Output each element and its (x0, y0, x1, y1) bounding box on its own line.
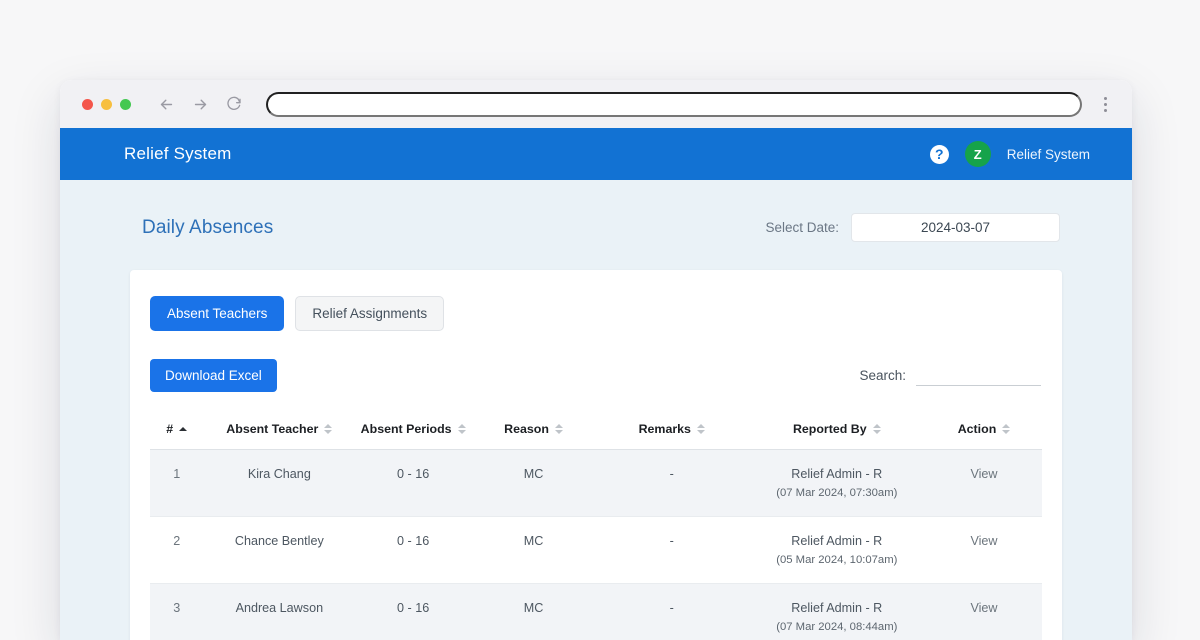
app-brand-title: Relief System (124, 144, 231, 164)
column-header-index[interactable]: # (150, 414, 204, 450)
cell-absent-teacher: Andrea Lawson (204, 584, 356, 640)
view-link[interactable]: View (970, 601, 997, 615)
search-group: Search: (859, 366, 1041, 386)
page-title: Daily Absences (142, 217, 273, 239)
cell-absent-periods: 0 - 16 (355, 517, 471, 584)
absences-table: # Absent Teacher (150, 414, 1042, 640)
help-icon[interactable]: ? (930, 145, 949, 164)
cell-reported-by: Relief Admin - R (07 Mar 2024, 08:44am) (748, 584, 926, 640)
reported-by-timestamp: (07 Mar 2024, 07:30am) (752, 487, 922, 499)
cell-reported-by: Relief Admin - R (05 Mar 2024, 10:07am) (748, 517, 926, 584)
browser-window: Relief System ? Z Relief System Daily Ab… (60, 80, 1132, 640)
table-body: 1 Kira Chang 0 - 16 MC - Relief Admin - … (150, 450, 1042, 640)
column-label-absent-teacher: Absent Teacher (226, 422, 318, 436)
table-header-row: # Absent Teacher (150, 414, 1042, 450)
column-header-remarks[interactable]: Remarks (596, 414, 748, 450)
reload-icon[interactable] (226, 96, 242, 112)
column-header-action[interactable]: Action (926, 414, 1042, 450)
page-body: Daily Absences Select Date: Absent Teach… (60, 180, 1132, 640)
sort-toggle-icon[interactable] (697, 424, 705, 434)
sort-toggle-icon[interactable] (555, 424, 563, 434)
column-label-remarks: Remarks (639, 422, 691, 436)
table-row: 3 Andrea Lawson 0 - 16 MC - Relief Admin… (150, 584, 1042, 640)
browser-chrome-bar (60, 80, 1132, 128)
reported-by-name: Relief Admin - R (752, 601, 922, 615)
cell-reason: MC (471, 450, 596, 517)
cell-index: 3 (150, 584, 204, 640)
cell-absent-periods: 0 - 16 (355, 450, 471, 517)
tab-relief-assignments[interactable]: Relief Assignments (295, 296, 444, 331)
tab-absent-teachers[interactable]: Absent Teachers (150, 296, 284, 331)
sort-ascending-icon[interactable] (179, 427, 187, 431)
page-top-bar: Daily Absences Select Date: (130, 180, 1062, 242)
column-header-reported-by[interactable]: Reported By (748, 414, 926, 450)
header-user-name[interactable]: Relief System (1007, 147, 1090, 162)
reported-by-name: Relief Admin - R (752, 467, 922, 481)
search-input[interactable] (916, 366, 1041, 386)
reported-by-timestamp: (05 Mar 2024, 10:07am) (752, 554, 922, 566)
select-date-label: Select Date: (765, 220, 839, 235)
cell-reported-by: Relief Admin - R (07 Mar 2024, 07:30am) (748, 450, 926, 517)
column-label-reported-by: Reported By (793, 422, 867, 436)
column-label-index: # (166, 422, 173, 436)
cell-reason: MC (471, 584, 596, 640)
download-excel-button[interactable]: Download Excel (150, 359, 277, 392)
close-window-button[interactable] (82, 99, 93, 110)
reported-by-timestamp: (07 Mar 2024, 08:44am) (752, 621, 922, 633)
forward-icon[interactable] (192, 96, 209, 113)
avatar[interactable]: Z (965, 141, 991, 167)
select-date-input[interactable] (851, 213, 1060, 242)
cell-absent-teacher: Chance Bentley (204, 517, 356, 584)
sort-toggle-icon[interactable] (458, 424, 466, 434)
window-traffic-lights (82, 99, 131, 110)
sort-toggle-icon[interactable] (324, 424, 332, 434)
table-row: 1 Kira Chang 0 - 16 MC - Relief Admin - … (150, 450, 1042, 517)
cell-absent-teacher: Kira Chang (204, 450, 356, 517)
cell-remarks: - (596, 517, 748, 584)
app-header: Relief System ? Z Relief System (60, 128, 1132, 180)
column-label-absent-periods: Absent Periods (361, 422, 452, 436)
browser-nav-buttons (158, 96, 242, 113)
cell-index: 2 (150, 517, 204, 584)
table-toolbar: Download Excel Search: (150, 359, 1042, 392)
reported-by-name: Relief Admin - R (752, 534, 922, 548)
header-right-group: ? Z Relief System (930, 141, 1090, 167)
app-viewport: Relief System ? Z Relief System Daily Ab… (60, 128, 1132, 640)
cell-action: View (926, 584, 1042, 640)
back-icon[interactable] (158, 96, 175, 113)
maximize-window-button[interactable] (120, 99, 131, 110)
sort-toggle-icon[interactable] (1002, 424, 1010, 434)
table-head: # Absent Teacher (150, 414, 1042, 450)
cell-remarks: - (596, 584, 748, 640)
cell-index: 1 (150, 450, 204, 517)
tab-bar: Absent Teachers Relief Assignments (150, 296, 1042, 331)
cell-action: View (926, 450, 1042, 517)
date-picker-group: Select Date: (765, 213, 1060, 242)
column-header-absent-teacher[interactable]: Absent Teacher (204, 414, 356, 450)
column-label-reason: Reason (504, 422, 549, 436)
cell-remarks: - (596, 450, 748, 517)
cell-reason: MC (471, 517, 596, 584)
minimize-window-button[interactable] (101, 99, 112, 110)
column-label-action: Action (958, 422, 997, 436)
sort-toggle-icon[interactable] (873, 424, 881, 434)
view-link[interactable]: View (970, 534, 997, 548)
column-header-reason[interactable]: Reason (471, 414, 596, 450)
url-bar-input[interactable] (266, 92, 1082, 117)
search-label: Search: (859, 368, 906, 383)
cell-action: View (926, 517, 1042, 584)
content-card: Absent Teachers Relief Assignments Downl… (130, 270, 1062, 640)
kebab-menu-icon[interactable] (1096, 97, 1114, 112)
column-header-absent-periods[interactable]: Absent Periods (355, 414, 471, 450)
table-row: 2 Chance Bentley 0 - 16 MC - Relief Admi… (150, 517, 1042, 584)
cell-absent-periods: 0 - 16 (355, 584, 471, 640)
view-link[interactable]: View (970, 467, 997, 481)
